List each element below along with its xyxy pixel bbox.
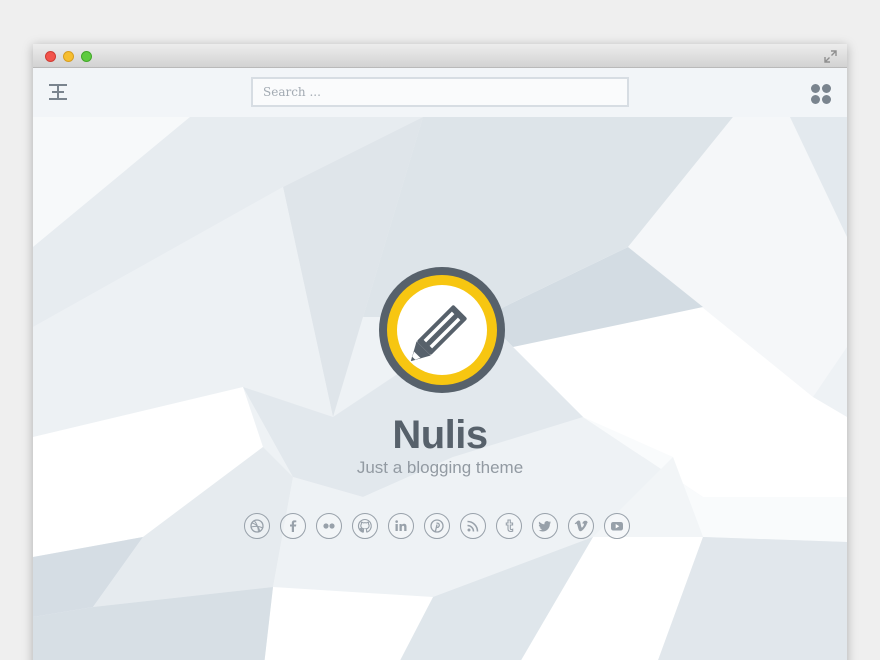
menu-icon[interactable] <box>49 83 67 101</box>
tumblr-icon[interactable] <box>496 513 522 539</box>
browser-window: Nulis Just a blogging theme <box>33 44 847 660</box>
youtube-icon[interactable] <box>604 513 630 539</box>
grid-icon[interactable] <box>811 84 831 104</box>
github-icon[interactable] <box>352 513 378 539</box>
twitter-icon[interactable] <box>532 513 558 539</box>
site-header <box>33 68 847 117</box>
rss-icon[interactable] <box>460 513 486 539</box>
flickr-icon[interactable] <box>316 513 342 539</box>
site-tagline: Just a blogging theme <box>356 458 524 477</box>
minimize-window-button[interactable] <box>63 51 74 62</box>
expand-arrows-icon[interactable] <box>824 50 837 63</box>
pencil-icon <box>379 267 505 393</box>
linkedin-icon[interactable] <box>388 513 414 539</box>
dribbble-icon[interactable] <box>244 513 270 539</box>
hero-section: Nulis Just a blogging theme <box>33 117 847 660</box>
close-window-button[interactable] <box>45 51 56 62</box>
social-links <box>244 513 630 541</box>
window-titlebar <box>33 44 847 68</box>
search-input[interactable] <box>251 77 629 107</box>
zoom-window-button[interactable] <box>81 51 92 62</box>
site-title: Nulis <box>392 413 488 457</box>
facebook-icon[interactable] <box>280 513 306 539</box>
pinterest-icon[interactable] <box>424 513 450 539</box>
vimeo-icon[interactable] <box>568 513 594 539</box>
